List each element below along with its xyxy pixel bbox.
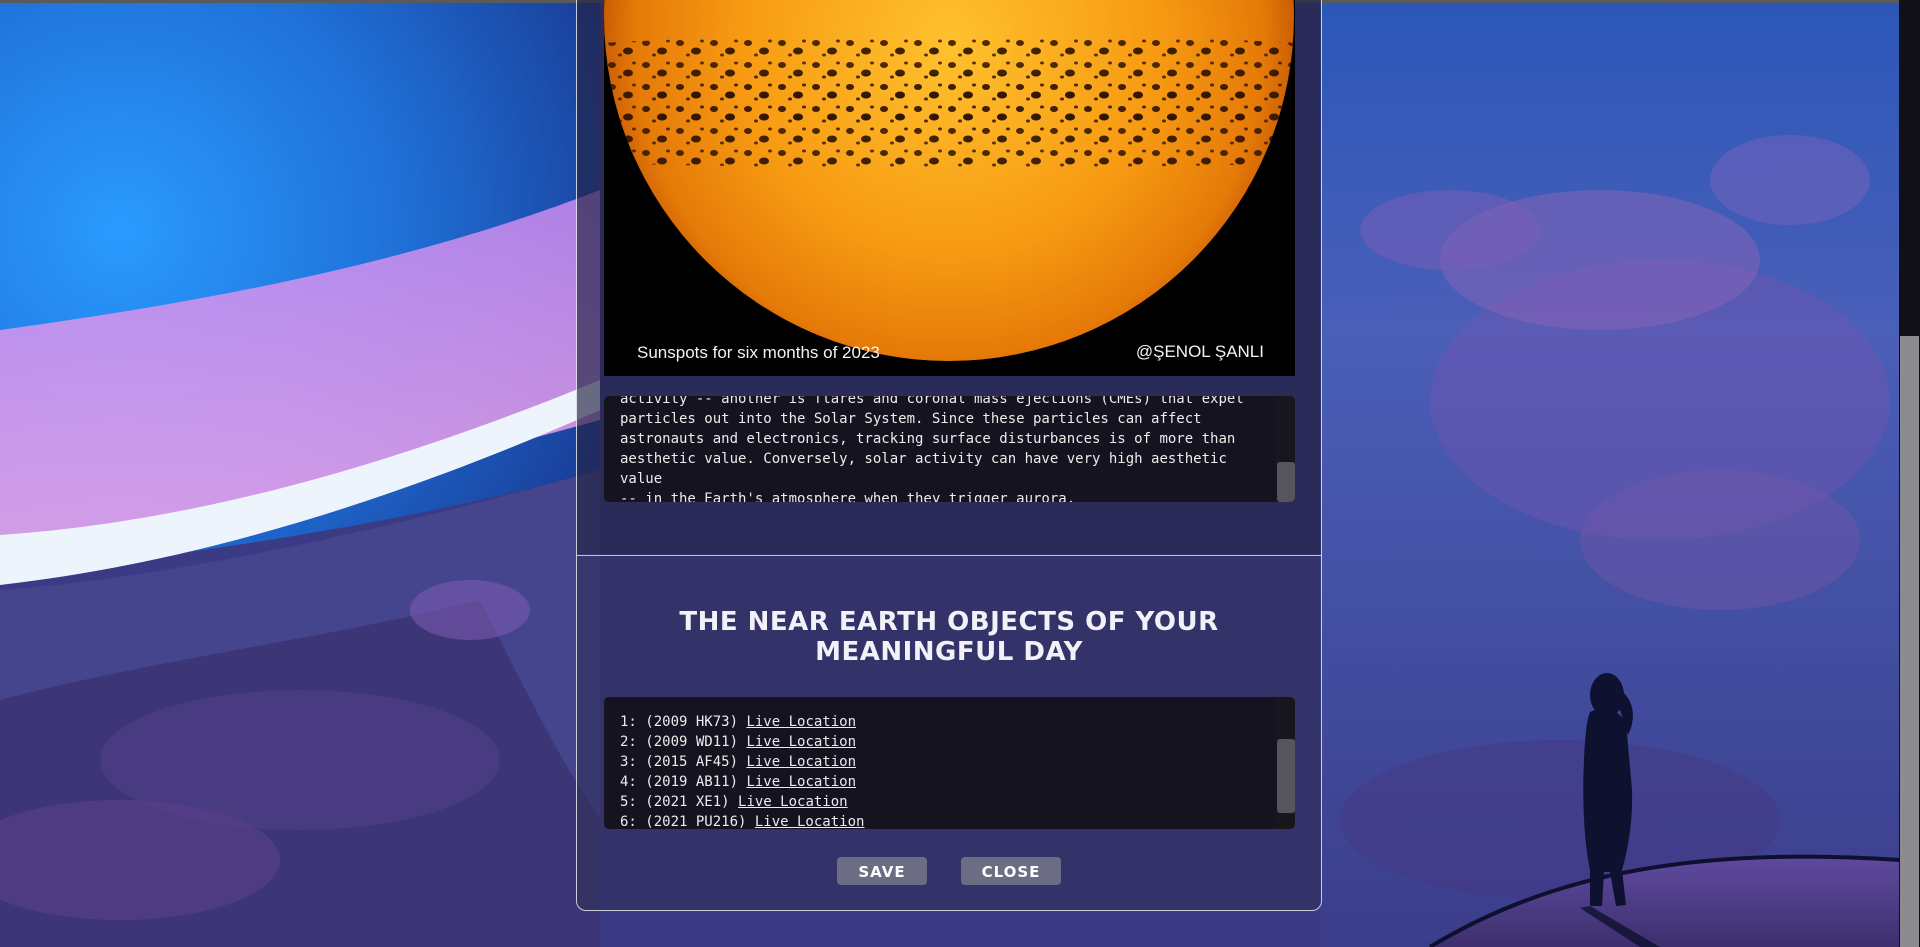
page-scrollbar[interactable] (1899, 0, 1920, 947)
page-scroll-thumb[interactable] (1900, 336, 1919, 947)
neo-list-item: 5: (2021 XE1) Live Location (620, 792, 1260, 812)
neo-item-label: 3: (2015 AF45) (620, 754, 747, 770)
neo-item-label: 5: (2021 XE1) (620, 794, 739, 810)
neo-list-item: 6: (2021 PU216) Live Location (620, 812, 1260, 829)
close-button[interactable]: CLOSE (961, 857, 1061, 885)
section-divider (577, 555, 1321, 556)
neo-list: 1: (2009 HK73) Live Location 2: (2009 WD… (620, 712, 1260, 829)
neo-list-item: 4: (2019 AB11) Live Location (620, 772, 1260, 792)
neo-list-box[interactable]: 1: (2009 HK73) Live Location 2: (2009 WD… (604, 697, 1295, 829)
image-caption: Sunspots for six months of 2023 (637, 343, 880, 362)
neo-list-item: 3: (2015 AF45) Live Location (620, 752, 1260, 772)
live-location-link[interactable]: Live Location (746, 754, 856, 770)
neo-item-label: 4: (2019 AB11) (620, 774, 747, 790)
neo-heading: THE NEAR EARTH OBJECTS OF YOUR MEANINGFU… (679, 607, 1219, 667)
explanation-text: activity -- another is flares and corona… (620, 396, 1244, 502)
explanation-box[interactable]: activity -- another is flares and corona… (604, 396, 1295, 502)
sun-photo (604, 0, 1295, 376)
save-button[interactable]: SAVE (837, 857, 927, 885)
live-location-link[interactable]: Live Location (746, 734, 856, 750)
explanation-scrollbar[interactable] (1275, 396, 1295, 502)
neo-list-item: 2: (2009 WD11) Live Location (620, 732, 1260, 752)
neo-item-label: 2: (2009 WD11) (620, 734, 747, 750)
neo-item-label: 1: (2009 HK73) (620, 714, 747, 730)
neo-list-scrollbar[interactable] (1275, 697, 1295, 829)
neo-item-label: 6: (2021 PU216) (620, 814, 755, 829)
live-location-link[interactable]: Live Location (746, 774, 856, 790)
image-credit: @ŞENOL ŞANLI (1135, 342, 1264, 361)
apod-section: Sunspots for six months of 2023 @ŞENOL Ş… (577, 0, 1321, 554)
explanation-scroll-thumb[interactable] (1277, 462, 1295, 502)
results-modal: Sunspots for six months of 2023 @ŞENOL Ş… (576, 0, 1322, 911)
neo-list-scroll-thumb[interactable] (1277, 739, 1295, 813)
live-location-link[interactable]: Live Location (746, 714, 856, 730)
live-location-link[interactable]: Live Location (755, 814, 865, 829)
neo-list-item: 1: (2009 HK73) Live Location (620, 712, 1260, 732)
apod-image: Sunspots for six months of 2023 @ŞENOL Ş… (604, 0, 1295, 376)
live-location-link[interactable]: Live Location (738, 794, 848, 810)
